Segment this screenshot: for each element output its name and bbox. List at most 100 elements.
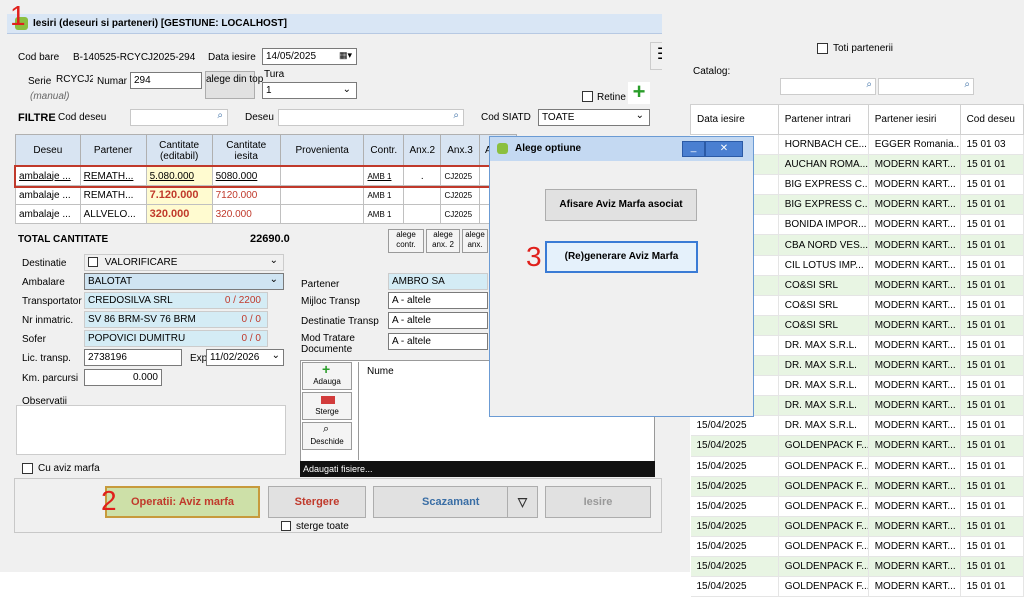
table-cell[interactable]: DR. MAX S.R.L. <box>778 335 869 357</box>
afisare-aviz-button[interactable]: Afisare Aviz Marfa asociat <box>545 189 697 221</box>
sterge-file-button[interactable]: Sterge <box>302 392 352 420</box>
calendar-icon[interactable]: ▦▾ <box>339 50 352 61</box>
col-header[interactable]: Cantitate iesita <box>211 134 281 167</box>
table-cell[interactable]: GOLDENPACK F... <box>778 536 869 557</box>
table-cell[interactable]: 15 01 01 <box>960 154 1024 176</box>
table-cell[interactable]: 15 01 01 <box>960 456 1024 477</box>
deseu-filter-input[interactable]: ⌕ <box>278 109 464 126</box>
table-cell[interactable]: 15 01 01 <box>960 234 1024 256</box>
mijloc-select[interactable]: A - altele <box>388 292 488 309</box>
stergere-button[interactable]: Stergere <box>268 486 366 518</box>
table-cell[interactable]: 15 01 01 <box>960 275 1024 296</box>
table-cell[interactable]: MODERN KART... <box>868 154 961 176</box>
table-cell[interactable]: MODERN KART... <box>868 355 961 377</box>
deschide-button[interactable]: ⌕ Deschide <box>302 422 352 450</box>
table-cell[interactable]: 15 01 01 <box>960 174 1024 196</box>
add-button[interactable]: + <box>628 81 650 104</box>
observatii-textarea[interactable] <box>16 405 286 455</box>
table-row[interactable]: 15/04/2025 DR. MAX S.R.L. MODERN KART... 15… <box>690 415 1024 437</box>
table-cell[interactable]: MODERN KART... <box>868 516 961 537</box>
numar-input[interactable]: 294 <box>130 72 202 89</box>
sofer-input[interactable]: POPOVICI DUMITRU 0 / 0 <box>84 330 268 347</box>
col-header[interactable]: Cantitate (editabil) <box>145 134 213 167</box>
table-cell[interactable]: MODERN KART... <box>868 576 961 597</box>
data-iesire-picker[interactable]: 14/05/2025 ▦▾ <box>262 48 357 65</box>
table-cell[interactable]: 15 01 01 <box>960 214 1024 236</box>
table-row[interactable]: 15/04/2025 GOLDENPACK F... MODERN KART... 1… <box>690 556 1024 578</box>
table-cell[interactable]: CO&SI SRL <box>778 315 869 336</box>
table-cell[interactable]: 15 01 01 <box>960 496 1024 517</box>
col-header[interactable]: Data iesire <box>690 104 779 135</box>
cell-provenienta[interactable] <box>279 204 365 224</box>
table-cell[interactable]: CBA NORD VES... <box>778 234 869 256</box>
table-cell[interactable]: AUCHAN ROMA... <box>778 154 869 176</box>
table-cell[interactable]: MODERN KART... <box>868 255 961 276</box>
tura-select[interactable]: 1 ⌄ <box>262 82 357 99</box>
cell-deseu[interactable]: ambalaje ... <box>15 204 81 224</box>
dest-transp-select[interactable]: A - altele <box>388 312 488 329</box>
table-cell[interactable]: 15 01 01 <box>960 355 1024 377</box>
table-row[interactable]: 15/04/2025 GOLDENPACK F... MODERN KART... 1… <box>690 576 1024 597</box>
cell-cantitate[interactable]: 5.080.000 <box>145 166 213 186</box>
table-cell[interactable]: BIG EXPRESS C... <box>778 194 869 216</box>
table-cell[interactable]: 15 01 01 <box>960 435 1024 457</box>
table-row[interactable]: 15/04/2025 GOLDENPACK F... MODERN KART... 1… <box>690 516 1024 537</box>
table-cell[interactable]: 15/04/2025 <box>690 536 779 557</box>
col-header[interactable]: Partener iesiri <box>867 104 961 135</box>
table-cell[interactable]: 15/04/2025 <box>690 435 779 457</box>
table-row[interactable]: 15/04/2025 GOLDENPACK F... MODERN KART... 1… <box>690 476 1024 497</box>
table-row[interactable]: 15/04/2025 GOLDENPACK F... MODERN KART... 1… <box>690 456 1024 477</box>
iesire-button[interactable]: Iesire <box>545 486 651 518</box>
col-header[interactable]: Partener intrari <box>777 104 869 135</box>
table-row[interactable]: 15/04/2025 GOLDENPACK F... MODERN KART... 1… <box>690 536 1024 557</box>
table-cell[interactable]: 15 01 01 <box>960 295 1024 316</box>
table-row[interactable]: 15/04/2025 GOLDENPACK F... MODERN KART... 1… <box>690 435 1024 457</box>
table-cell[interactable]: CO&SI SRL <box>778 295 869 316</box>
alege-anx-button[interactable]: alege anx. <box>462 229 488 253</box>
table-cell[interactable]: 15 01 03 <box>960 134 1024 156</box>
deseuri-grid[interactable]: Deseu Partener Cantitate (editabil) Cant… <box>13 134 519 224</box>
table-cell[interactable]: GOLDENPACK F... <box>778 456 869 477</box>
cell-partener[interactable]: REMATH... <box>79 185 147 205</box>
cell-anx2[interactable]: . <box>403 166 442 186</box>
col-header[interactable]: Anx.2 <box>403 134 442 167</box>
operatii-aviz-button[interactable]: Operatii: Aviz marfa <box>105 486 260 518</box>
table-cell[interactable]: MODERN KART... <box>868 496 961 517</box>
table-cell[interactable]: BONIDA IMPOR... <box>778 214 869 236</box>
col-header[interactable]: Cod deseu <box>959 104 1024 135</box>
cell-anx2[interactable] <box>403 204 442 224</box>
alege-din-top-button[interactable]: alege din top <box>205 71 263 99</box>
table-cell[interactable]: MODERN KART... <box>868 536 961 557</box>
search-icon[interactable]: ⌕ <box>453 110 459 121</box>
table-cell[interactable]: GOLDENPACK F... <box>778 476 869 497</box>
table-cell[interactable]: 15 01 01 <box>960 576 1024 597</box>
col-header[interactable]: Contr. <box>363 134 405 167</box>
catalog-search-1[interactable]: ⌕ <box>780 78 876 95</box>
table-cell[interactable]: MODERN KART... <box>868 415 961 437</box>
col-header[interactable]: Anx.3 <box>440 134 480 167</box>
nr-inmatric-input[interactable]: SV 86 BRM-SV 76 BRM 0 / 0 <box>84 311 268 328</box>
table-cell[interactable]: BIG EXPRESS C... <box>778 174 869 196</box>
search-icon[interactable]: ⌕ <box>866 79 872 90</box>
table-cell[interactable]: 15/04/2025 <box>690 556 779 578</box>
lic-transp-input[interactable]: 2738196 <box>84 349 182 366</box>
table-cell[interactable]: MODERN KART... <box>868 275 961 296</box>
adauga-button[interactable]: + Adauga <box>302 362 352 390</box>
table-cell[interactable]: 15 01 01 <box>960 516 1024 537</box>
table-cell[interactable]: EGGER Romania... <box>868 134 961 156</box>
table-cell[interactable]: GOLDENPACK F... <box>778 496 869 517</box>
search-icon[interactable]: ⌕ <box>217 110 223 121</box>
col-header[interactable]: Partener <box>79 134 147 167</box>
transportator-input[interactable]: CREDOSILVA SRL 0 / 2200 <box>84 292 268 309</box>
dropdown-arrow-icon[interactable]: ▽ <box>507 487 537 517</box>
cell-provenienta[interactable] <box>279 166 365 186</box>
cell-contr[interactable]: AMB 1 <box>363 166 405 186</box>
table-cell[interactable]: 15 01 01 <box>960 476 1024 497</box>
table-cell[interactable]: MODERN KART... <box>868 234 961 256</box>
cell-anx2[interactable] <box>403 185 442 205</box>
scazamant-button[interactable]: Scazamant ▽ <box>373 486 538 518</box>
table-cell[interactable]: 15 01 01 <box>960 315 1024 336</box>
cell-cantitate[interactable]: 320.000 <box>145 204 213 224</box>
table-cell[interactable]: 15/04/2025 <box>690 476 779 497</box>
mod-tratare-select[interactable]: A - altele <box>388 333 488 350</box>
